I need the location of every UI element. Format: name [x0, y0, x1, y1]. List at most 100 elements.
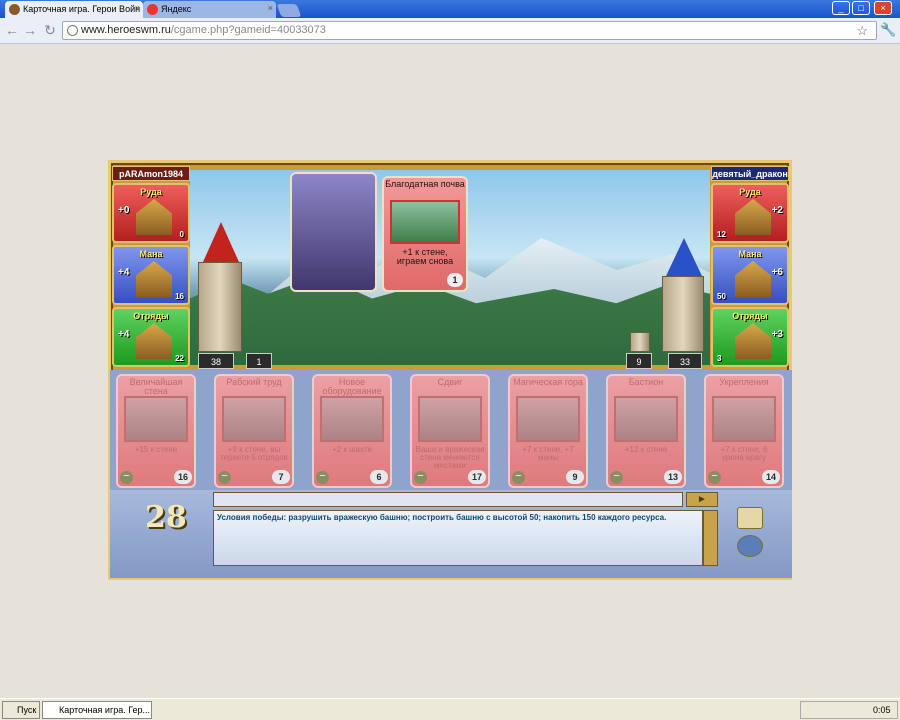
reload-icon[interactable]: ↻: [42, 22, 58, 38]
resource-amount: 3: [717, 354, 722, 363]
deck-card-back: [290, 172, 377, 292]
left-troops-resource: Отряды +4 22: [112, 307, 190, 367]
wrench-icon[interactable]: 🔧: [880, 22, 896, 38]
card-name: Магическая гора: [513, 377, 583, 387]
tab-yandex[interactable]: Яндекс ×: [143, 1, 276, 18]
discard-button[interactable]: −: [708, 471, 721, 484]
settings-icon[interactable]: [737, 535, 763, 557]
right-tower-height: 33: [668, 353, 702, 369]
resource-amount: 22: [175, 354, 184, 363]
card-name: Величайшая стена: [129, 377, 183, 396]
card-picture: [516, 396, 580, 442]
right-tower: [662, 276, 704, 352]
played-card-picture: [390, 200, 460, 244]
tab-cardgame[interactable]: Карточная игра. Герои Войн ×: [5, 1, 143, 18]
resource-amount: 12: [717, 230, 726, 239]
hand-card[interactable]: Сдвиг Ваша и вражеская стена меняются мес…: [410, 374, 490, 488]
back-icon[interactable]: ←: [4, 22, 20, 38]
right-player-panel: девятый_дракон Руда +2 12 Мана +6 50 Отряды +…: [711, 166, 789, 367]
hand-card[interactable]: Бастион +12 к стене − 13: [606, 374, 686, 488]
card-desc: +7 к стене, +7 маны: [522, 445, 574, 462]
discard-button[interactable]: −: [218, 471, 231, 484]
right-wall: [630, 332, 650, 352]
right-wall-height: 9: [626, 353, 652, 369]
mine-icon: [136, 199, 172, 235]
discard-button[interactable]: −: [316, 471, 329, 484]
new-tab-button[interactable]: [276, 4, 302, 17]
close-icon[interactable]: ×: [268, 3, 273, 13]
chat-input[interactable]: [213, 492, 683, 507]
left-tower: [198, 262, 242, 352]
yandex-favicon-icon: [147, 4, 158, 15]
turn-counter: 28: [145, 500, 187, 535]
right-player-name: девятый_дракон: [711, 166, 789, 181]
clock: 0:05: [873, 705, 891, 715]
start-button[interactable]: Пуск: [2, 701, 40, 719]
bookmark-star-icon[interactable]: ☆: [856, 23, 868, 39]
resource-label: Отряды: [133, 311, 169, 321]
left-player-panel: pARAmon1984 Руда +0 0 Мана +4 16 Отряды +4 22: [112, 166, 190, 367]
barracks-icon: [136, 323, 172, 359]
resource-amount: 50: [717, 292, 726, 301]
resource-label: Мана: [738, 249, 762, 259]
card-desc: Ваша и вражеская стена меняются местами: [415, 445, 485, 470]
card-cost: 14: [762, 470, 780, 484]
taskbar-item[interactable]: Карточная игра. Гер...: [42, 701, 152, 719]
played-card-desc: +1 к стене, играем снова: [396, 247, 454, 266]
played-card-cost: 1: [447, 273, 463, 287]
card-picture: [418, 396, 482, 442]
right-mana-resource: Мана +6 50: [711, 245, 789, 305]
discard-button[interactable]: −: [610, 471, 623, 484]
card-desc: +15 к стене: [134, 445, 178, 454]
card-name: Укрепления: [719, 377, 769, 387]
taskbar: Пуск Карточная игра. Гер... 0:05: [0, 698, 900, 720]
left-tower-height: 38: [198, 353, 234, 369]
discard-button[interactable]: −: [512, 471, 525, 484]
left-wall-height: 1: [246, 353, 272, 369]
browser-toolbar: ← → ↻ www.heroeswm.ru/cgame.php?gameid=4…: [0, 18, 900, 44]
card-name: Новое оборудование: [322, 377, 382, 396]
game-log: Условия победы: разрушить вражескую башн…: [213, 510, 703, 566]
close-window-button[interactable]: ×: [874, 1, 892, 15]
send-button[interactable]: ►: [686, 492, 718, 507]
left-player-name: pARAmon1984: [112, 166, 190, 181]
minimize-button[interactable]: _: [832, 1, 850, 15]
card-cost: 7: [272, 470, 290, 484]
magic-tower-icon: [735, 261, 771, 297]
hand-card[interactable]: Величайшая стена +15 к стене − 16: [116, 374, 196, 488]
discard-button[interactable]: −: [120, 471, 133, 484]
resource-income: +4: [118, 267, 130, 278]
discard-button[interactable]: −: [414, 471, 427, 484]
resource-amount: 16: [175, 292, 184, 301]
card-picture: [712, 396, 776, 442]
resource-income: +3: [771, 329, 783, 340]
forward-icon[interactable]: →: [22, 22, 38, 38]
hand-card[interactable]: Укрепления +7 к стене, 6 урона врагу − 14: [704, 374, 784, 488]
left-tower-roof: [203, 222, 239, 262]
hand-card[interactable]: Рабский труд +9 к стене, вы теряете 5 отр…: [214, 374, 294, 488]
card-desc: +7 к стене, 6 урона врагу: [720, 445, 768, 462]
card-cost: 13: [664, 470, 682, 484]
played-card: Благодатная почва +1 к стене, играем сно…: [382, 176, 468, 292]
globe-icon: [67, 25, 78, 36]
resource-label: Отряды: [732, 311, 768, 321]
surrender-flag-icon[interactable]: [737, 507, 763, 529]
log-scrollbar[interactable]: [703, 510, 718, 566]
maximize-button[interactable]: □: [852, 1, 870, 15]
address-bar[interactable]: www.heroeswm.ru/cgame.php?gameid=4003307…: [62, 21, 877, 40]
played-card-name: Благодатная почва: [385, 179, 465, 189]
hand-card[interactable]: Новое оборудование +2 к шахте − 6: [312, 374, 392, 488]
mine-icon: [735, 199, 771, 235]
hand-card[interactable]: Магическая гора +7 к стене, +7 маны − 9: [508, 374, 588, 488]
system-tray: 0:05: [800, 701, 898, 719]
card-desc: +12 к стене: [624, 445, 668, 454]
resource-income: +6: [771, 267, 783, 278]
close-icon[interactable]: ×: [135, 3, 140, 13]
left-mana-resource: Мана +4 16: [112, 245, 190, 305]
left-ore-resource: Руда +0 0: [112, 183, 190, 243]
card-desc: +9 к стене, вы теряете 5 отрядов: [220, 445, 288, 462]
card-cost: 16: [174, 470, 192, 484]
url-host: www.heroeswm.ru: [81, 24, 171, 36]
card-picture: [124, 396, 188, 442]
right-tower-roof: [666, 238, 702, 276]
